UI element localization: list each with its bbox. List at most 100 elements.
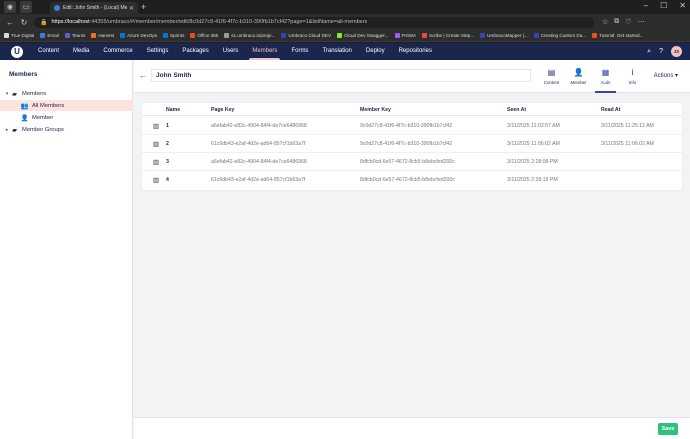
- user-icon: 👤: [20, 114, 29, 122]
- bookmark-label: UmbracoMapper |...: [487, 33, 528, 38]
- extensions-icon[interactable]: ⧉: [614, 18, 619, 26]
- nav-content[interactable]: Content: [31, 43, 66, 60]
- app-audit[interactable]: ▦ Audit: [592, 60, 619, 93]
- cell-seen-at: 3/11/2025 2:28:19 PM: [507, 177, 558, 183]
- bookmark-item[interactable]: Email: [40, 33, 59, 38]
- nav-deploy[interactable]: Deploy: [359, 43, 392, 60]
- bookmark-item[interactable]: Azure DevOps: [120, 33, 157, 38]
- cell-page-key: 61c6db43-e2af-4d2e-ad64-857cf1b63a7f: [211, 141, 306, 147]
- close-tab-icon[interactable]: ✕: [129, 5, 134, 12]
- browser-tab[interactable]: Edit: John Smith - (Local) Member... ✕: [50, 2, 138, 14]
- table-row[interactable]: ▥ 3 a6efab42-e82c-4904-84f4-de7ce6486968 8d…: [142, 153, 682, 171]
- nav-translation[interactable]: Translation: [315, 43, 358, 60]
- bookmark-item[interactable]: Creating Custom Da...: [533, 33, 587, 38]
- bookmark-label: Umbraco Cloud DEV: [288, 33, 332, 38]
- bookmark-item[interactable]: s1.umbraco.io/proje...: [224, 33, 275, 38]
- editor-header: ← ▤ Content 👤 Member ▦ Audit i Info Actions ▾: [134, 60, 690, 93]
- bookmark-item[interactable]: Teams: [64, 33, 85, 38]
- app-content[interactable]: ▤ Content: [538, 60, 565, 93]
- bookmark-item[interactable]: Tutorial: Get started...: [592, 33, 643, 38]
- bookmark-label: Sprints: [170, 33, 185, 38]
- bookmark-item[interactable]: FIGMA: [394, 33, 416, 38]
- bookmark-item[interactable]: True Digital: [4, 33, 34, 38]
- bookmark-item[interactable]: Umbraco Cloud DEV: [281, 33, 331, 38]
- close-window-icon[interactable]: ✕: [679, 1, 686, 10]
- cell-page-key: 61c6db43-e2af-4d2e-ad64-857cf1b63a7f: [211, 177, 306, 183]
- nav-repositories[interactable]: Repositories: [392, 43, 439, 60]
- umbraco-favicon-icon: [54, 5, 60, 11]
- nav-members[interactable]: Members: [245, 43, 284, 60]
- audit-icon: ▦: [601, 68, 610, 77]
- help-icon[interactable]: ?: [659, 48, 663, 55]
- nav-users[interactable]: Users: [216, 43, 246, 60]
- bookmark-icon: [91, 33, 97, 38]
- tree-item-label: Member Groups: [22, 126, 64, 133]
- user-icon: 👤: [573, 68, 584, 77]
- tree-item-member-groups[interactable]: ▸ ▰ Member Groups: [0, 124, 133, 135]
- content-apps: ▤ Content 👤 Member ▦ Audit i Info: [538, 60, 646, 93]
- browser-tab-bar: ◉ ▭ Edit: John Smith - (Local) Member...…: [0, 0, 690, 14]
- favorites-icon[interactable]: ♡: [625, 18, 631, 26]
- star-icon[interactable]: ☆: [602, 18, 608, 26]
- bookmarks-bar: True Digital Email Teams Harvest Azure DevOp…: [0, 30, 690, 42]
- header-seen-at: Seen At: [507, 107, 527, 113]
- umbraco-logo[interactable]: U: [11, 45, 23, 58]
- member-name-input[interactable]: [151, 69, 531, 82]
- bookmark-icon: [592, 33, 598, 38]
- bookmark-item[interactable]: Sprints: [163, 33, 184, 38]
- bookmark-item[interactable]: Cloud Dev Swagger...: [337, 33, 389, 38]
- profile-icon[interactable]: ◉: [4, 1, 16, 13]
- cell-seen-at: 3/11/2025 2:28:08 PM: [507, 159, 558, 165]
- nav-packages[interactable]: Packages: [175, 43, 215, 60]
- tab-title: Edit: John Smith - (Local) Member...: [63, 5, 127, 11]
- bookmark-label: Harvest: [98, 33, 115, 38]
- bookmark-icon: [480, 33, 486, 38]
- tree-item-member[interactable]: 👤 Member: [0, 112, 133, 123]
- minimize-icon[interactable]: –: [644, 1, 648, 10]
- users-icon: 👥: [20, 102, 29, 110]
- cell-member-key: 9c0d27c8-41f6-4f7c-b310-390fb1b7cf42: [360, 141, 453, 147]
- new-tab-button[interactable]: +: [141, 2, 146, 12]
- save-button[interactable]: Save: [658, 423, 678, 435]
- bookmark-label: Email: [47, 33, 59, 38]
- cell-name: 3: [166, 159, 169, 165]
- bookmark-label: Tutorial: Get started...: [599, 33, 644, 38]
- tree-item-members[interactable]: ▾ ▰ Members: [0, 88, 133, 99]
- app-label: Member: [570, 80, 587, 85]
- header-read-at: Read At: [601, 107, 621, 113]
- maximize-icon[interactable]: ☐: [660, 1, 667, 10]
- audit-table: Name Page Key Member Key Seen At Read At…: [142, 103, 682, 190]
- back-arrow-icon[interactable]: ←: [139, 71, 147, 80]
- user-avatar[interactable]: JS: [671, 46, 682, 57]
- cell-seen-at: 3/11/2025 11:02:57 AM: [507, 123, 560, 129]
- bookmark-icon: [281, 33, 287, 38]
- browser-toolbar-icons: ☆ ⧉ ♡ ⋯: [602, 18, 645, 26]
- bookmark-item[interactable]: UmbracoMapper |...: [480, 33, 528, 38]
- bookmark-item[interactable]: Harvest: [91, 33, 114, 38]
- refresh-icon[interactable]: ↻: [20, 18, 28, 27]
- url-field[interactable]: 🔒 https://localhost :44355/umbraco/#/mem…: [34, 16, 594, 28]
- app-member[interactable]: 👤 Member: [565, 60, 592, 93]
- app-info[interactable]: i Info: [619, 60, 646, 93]
- nav-commerce[interactable]: Commerce: [96, 43, 139, 60]
- actions-button[interactable]: Actions ▾: [654, 72, 678, 79]
- bookmark-item[interactable]: Scribe | Create Step...: [422, 33, 474, 38]
- top-navigation: U Content Media Commerce Settings Packages Us…: [0, 43, 690, 60]
- search-icon[interactable]: ⌕: [647, 48, 651, 56]
- table-row[interactable]: ▥ 4 61c6db43-e2af-4d2e-ad64-857cf1b63a7f 8d…: [142, 171, 682, 189]
- table-row[interactable]: ▥ 1 a6efab42-e82c-4904-84f4-de7ce6486968 9c…: [142, 117, 682, 135]
- header-name: Name: [166, 107, 181, 113]
- table-row[interactable]: ▥ 2 61c6db43-e2af-4d2e-ad64-857cf1b63a7f 9c…: [142, 135, 682, 153]
- nav-settings[interactable]: Settings: [140, 43, 176, 60]
- nav-forms[interactable]: Forms: [284, 43, 315, 60]
- bookmark-label: Creating Custom Da...: [540, 33, 587, 38]
- app-label: Audit: [600, 80, 611, 85]
- menu-icon[interactable]: ⋯: [638, 18, 645, 26]
- cell-read-at: 3/11/2025 11:25:12 AM: [601, 123, 654, 129]
- bookmark-item[interactable]: Office 365: [190, 33, 218, 38]
- tab-actions-icon[interactable]: ▭: [20, 1, 32, 13]
- nav-media[interactable]: Media: [66, 43, 96, 60]
- back-icon[interactable]: ←: [6, 18, 14, 27]
- tree-item-all-members[interactable]: 👥 All Members: [0, 100, 133, 111]
- bookmark-label: True Digital: [11, 33, 35, 38]
